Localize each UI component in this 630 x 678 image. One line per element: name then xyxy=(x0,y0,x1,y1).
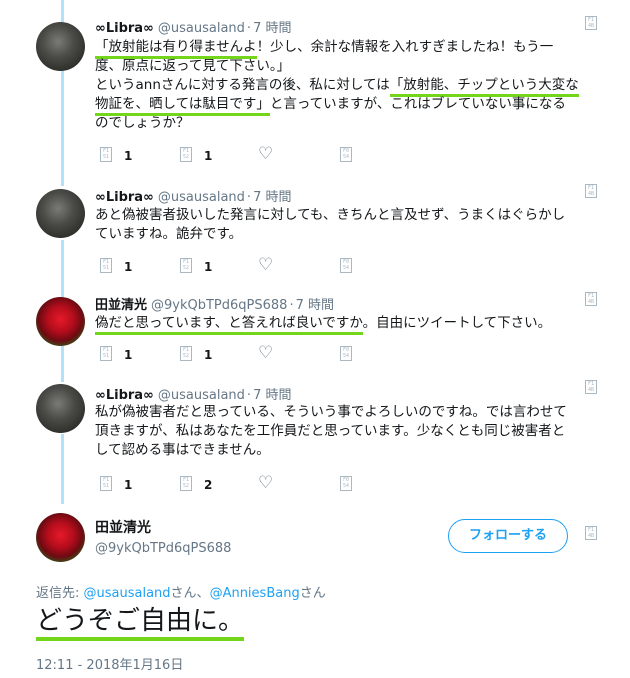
direct-message-icon: F0 54 xyxy=(340,147,352,162)
tweet-header: 田並清光 @9ykQbTPd6qPS688 · 7 時間 xyxy=(95,294,334,313)
reply-icon: F1 51 xyxy=(100,147,112,162)
avatar[interactable] xyxy=(36,384,85,433)
tweet-text: あと偽被害者扱いした発言に対しても、きちんと言及せず、うまくはぐらかし ています… xyxy=(95,207,566,242)
direct-message-icon: F0 54 xyxy=(340,476,352,491)
display-name[interactable]: ∞Libra∞ xyxy=(95,388,154,403)
replying-to: 返信先: @usausalandさん、@AnniesBangさん xyxy=(36,586,326,601)
retweet-icon: F1 52 xyxy=(180,476,192,491)
heart-icon[interactable]: ♡ xyxy=(258,257,273,274)
main-tweet-text: どうぞご自由に。 xyxy=(36,603,245,641)
timestamp[interactable]: 7 時間 xyxy=(253,388,291,403)
main-timestamp[interactable]: 12:11 - 2018年1月16日 xyxy=(36,654,183,673)
reply-icon: F1 51 xyxy=(100,346,112,361)
thread-line xyxy=(61,240,64,298)
thread-line xyxy=(61,70,64,186)
timestamp[interactable]: 7 時間 xyxy=(296,298,334,313)
tweet-text: 「放射能は有り得ませんよ！少し、余計な情報を入れすぎましたね！もう一 度、原点に… xyxy=(95,39,579,131)
tweet-text: 私が偽被害者だと思っている、そういう事でよろしいのですね。では言わせて 頂きます… xyxy=(95,404,567,458)
separator-dot: · xyxy=(246,388,252,403)
caret-down-icon[interactable]: F1 4B xyxy=(585,292,597,306)
timestamp[interactable]: 7 時間 xyxy=(253,21,291,36)
caret-down-icon[interactable]: F1 4B xyxy=(585,526,597,540)
tweet-text: 偽だと思っています、と答えれば良いですか。自由にツイートして下さい。 xyxy=(95,314,615,335)
avatar[interactable] xyxy=(36,189,85,238)
reply-icon: F1 51 xyxy=(100,258,112,273)
tweet-header: ∞Libra∞ @usausaland · 7 時間 xyxy=(95,186,291,205)
main-avatar[interactable] xyxy=(36,513,85,562)
separator-dot: · xyxy=(289,298,294,313)
caret-down-icon[interactable]: F1 4B xyxy=(585,184,597,198)
thread-line xyxy=(61,346,64,382)
reply-mention-link[interactable]: @usausaland xyxy=(84,586,171,601)
separator-dot: · xyxy=(246,190,252,205)
display-name[interactable]: ∞Libra∞ xyxy=(95,190,154,205)
direct-message-icon: F0 54 xyxy=(340,346,352,361)
separator-dot: · xyxy=(246,21,252,36)
avatar[interactable] xyxy=(36,22,85,71)
heart-icon[interactable]: ♡ xyxy=(258,345,273,362)
heart-icon[interactable]: ♡ xyxy=(258,146,273,163)
reply-icon: F1 51 xyxy=(100,476,112,491)
display-name[interactable]: 田並清光 xyxy=(95,298,147,313)
avatar[interactable] xyxy=(36,297,85,346)
timestamp[interactable]: 7 時間 xyxy=(253,190,291,205)
retweet-icon: F1 52 xyxy=(180,147,192,162)
tweet-header: ∞Libra∞ @usausaland · 7 時間 xyxy=(95,17,291,36)
username[interactable]: @usausaland xyxy=(158,388,245,403)
display-name[interactable]: ∞Libra∞ xyxy=(95,21,154,36)
username[interactable]: @9ykQbTPd6qPS688 xyxy=(151,298,287,313)
follow-button[interactable]: フォローする xyxy=(448,519,568,553)
retweet-icon: F1 52 xyxy=(180,346,192,361)
caret-down-icon[interactable]: F1 4B xyxy=(585,380,597,394)
heart-icon[interactable]: ♡ xyxy=(258,475,273,492)
direct-message-icon: F0 54 xyxy=(340,258,352,273)
thread-line xyxy=(61,434,64,504)
reply-mention-link[interactable]: @AnniesBang xyxy=(210,586,300,601)
username[interactable]: @usausaland xyxy=(158,21,245,36)
tweet-header: ∞Libra∞ @usausaland · 7 時間 xyxy=(95,384,291,403)
retweet-icon: F1 52 xyxy=(180,258,192,273)
username[interactable]: @usausaland xyxy=(158,190,245,205)
caret-down-icon[interactable]: F1 4B xyxy=(585,16,597,30)
main-display-name[interactable]: 田並清光 xyxy=(95,517,151,537)
thread-line xyxy=(61,0,64,22)
main-username[interactable]: @9ykQbTPd6qPS688 xyxy=(95,541,231,556)
